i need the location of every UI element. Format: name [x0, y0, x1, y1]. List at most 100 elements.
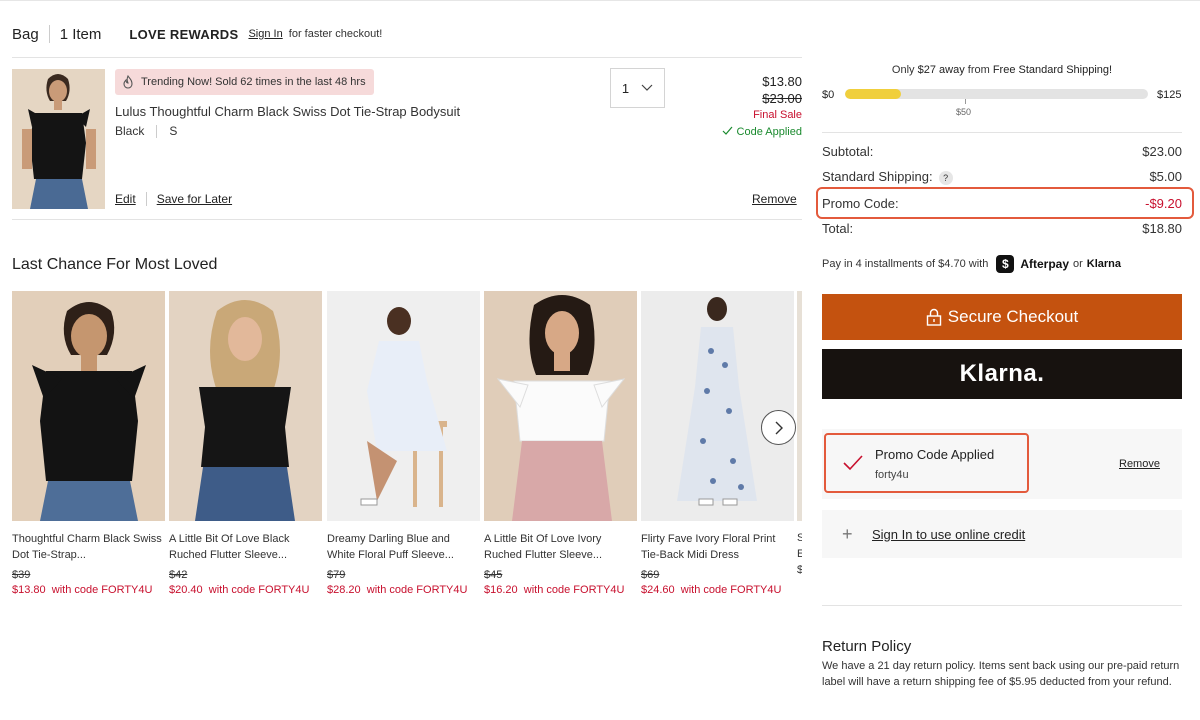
item-actions: Edit Save for Later: [115, 192, 232, 206]
product-was-price: $42: [169, 569, 188, 581]
product-sale-price: $20.40 with code FORTY4U: [169, 584, 310, 596]
variant-divider: [156, 124, 158, 138]
afterpay-icon: $: [996, 255, 1015, 273]
product-image[interactable]: [169, 291, 322, 521]
actions-divider: [145, 192, 147, 206]
product-sale-price: $16.20 with code FORTY4U: [484, 584, 625, 596]
plus-icon: +: [842, 523, 853, 544]
secure-checkout-button[interactable]: Secure Checkout: [822, 294, 1182, 340]
online-credit-row[interactable]: + Sign In to use online credit: [822, 510, 1182, 558]
shipping-value: $5.00: [1149, 169, 1182, 184]
trending-badge: Trending Now! Sold 62 times in the last …: [115, 69, 374, 95]
promo-code-value: forty4u: [875, 469, 909, 481]
product-name[interactable]: Flirty Fave Ivory Floral Print Tie-Back …: [641, 531, 794, 563]
progress-max-label: $125: [1157, 89, 1182, 101]
header-divider: [48, 25, 50, 43]
code-applied-label: Code Applied: [722, 124, 802, 141]
product-image[interactable]: [484, 291, 637, 521]
item-size: S: [169, 124, 178, 138]
product-name[interactable]: Thoughtful Charm Black Swiss Dot Tie-Str…: [12, 531, 165, 563]
bag-item-name[interactable]: Lulus Thoughtful Charm Black Swiss Dot T…: [115, 104, 460, 119]
signin-prompt: Sign In for faster checkout!: [248, 28, 382, 40]
progress-tick: [965, 99, 966, 104]
product-card[interactable]: A Little Bit Of Love Ivory Ruched Flutte…: [484, 291, 637, 596]
checkout-label: Secure Checkout: [947, 307, 1079, 326]
product-image[interactable]: [12, 291, 165, 521]
product-was-price: $39: [12, 569, 31, 581]
bag-title: Bag: [12, 25, 39, 43]
divider: [12, 219, 802, 220]
product-name[interactable]: Dreamy Darling Blue and White Floral Puf…: [327, 531, 480, 563]
save-for-later-link[interactable]: Save for Later: [157, 192, 232, 206]
product-card[interactable]: A Little Bit Of Love Black Ruched Flutte…: [169, 291, 322, 596]
return-policy-title: Return Policy: [822, 638, 912, 655]
help-icon[interactable]: ?: [938, 171, 953, 185]
price-was: $23.00: [762, 91, 802, 106]
progress-min-label: $0: [822, 89, 835, 101]
product-was-price: $69: [641, 569, 660, 581]
carousel-next-button[interactable]: [761, 410, 796, 445]
edit-link[interactable]: Edit: [115, 192, 136, 206]
product-card[interactable]: Dreamy Darling Blue and White Floral Puf…: [327, 291, 480, 596]
klarna-button[interactable]: Klarna.: [822, 349, 1182, 399]
carousel-title: Last Chance For Most Loved: [12, 256, 218, 273]
free-shipping-message: Only $27 away from Free Standard Shippin…: [891, 64, 1113, 76]
item-prices: $13.80 $23.00 Final Sale Code Applied: [722, 73, 802, 141]
remove-promo-link[interactable]: Remove: [1119, 458, 1160, 470]
subtotal-row: Subtotal: $23.00: [822, 144, 1182, 159]
or-label: or: [1073, 258, 1083, 270]
chevron-down-icon: [641, 84, 653, 91]
divider: [822, 132, 1182, 133]
total-value: $18.80: [1142, 221, 1182, 236]
fire-icon: [123, 75, 133, 89]
product-image[interactable]: [641, 291, 794, 521]
total-row: Total: $18.80: [822, 221, 1182, 236]
progress-fill: [845, 89, 901, 99]
product-text-partial: S E $: [797, 532, 802, 576]
afterpay-label[interactable]: Afterpay: [1020, 257, 1069, 271]
product-name[interactable]: A Little Bit Of Love Black Ruched Flutte…: [169, 531, 322, 563]
bag-header: Bag 1 Item LOVE REWARDS Sign In for fast…: [12, 24, 382, 44]
progress-mid-label: $50: [956, 107, 972, 117]
product-sale-price: $24.60 with code FORTY4U: [641, 584, 782, 596]
love-rewards-logo: LOVE REWARDS: [129, 26, 239, 42]
checkmark-icon: [843, 455, 863, 471]
lock-icon: [926, 308, 941, 326]
bag-item-image[interactable]: [12, 69, 105, 209]
klarna-label[interactable]: Klarna: [1087, 258, 1121, 270]
top-divider: [0, 0, 1200, 1]
price-now: $13.80: [762, 74, 802, 89]
subtotal-label: Subtotal:: [822, 144, 874, 159]
item-color: Black: [115, 124, 145, 138]
total-label: Total:: [822, 221, 854, 236]
signin-credit-link[interactable]: Sign In to use online credit: [872, 527, 1025, 542]
divider: [12, 57, 802, 58]
product-name[interactable]: A Little Bit Of Love Ivory Ruched Flutte…: [484, 531, 637, 563]
product-was-price: $45: [484, 569, 503, 581]
promo-highlight-outline: [816, 187, 1194, 219]
return-policy-text: We have a 21 day return policy. Items se…: [822, 660, 1180, 688]
product-image[interactable]: [327, 291, 480, 521]
remove-item-link[interactable]: Remove: [752, 192, 797, 206]
product-card[interactable]: Thoughtful Charm Black Swiss Dot Tie-Str…: [12, 291, 165, 596]
item-count: 1 Item: [59, 25, 102, 43]
product-sale-price: $28.20 with code FORTY4U: [327, 584, 468, 596]
promo-applied-title: Promo Code Applied: [875, 447, 995, 462]
installments-info: Pay in 4 installments of $4.70 with $ Af…: [822, 255, 1121, 273]
product-sale-price: $13.80 with code FORTY4U: [12, 584, 153, 596]
signin-suffix: for faster checkout!: [288, 28, 383, 40]
header-signin-link[interactable]: Sign In: [248, 28, 282, 40]
shipping-row: Standard Shipping:? $5.00: [822, 169, 1182, 185]
quantity-value: 1: [621, 80, 630, 96]
product-image-partial[interactable]: [797, 291, 802, 521]
quantity-select[interactable]: 1: [610, 68, 665, 108]
bag-item-variant: Black S: [115, 124, 177, 138]
shipping-progress-bar: [845, 89, 1148, 99]
checkmark-icon: [723, 126, 733, 135]
chevron-right-icon: [775, 421, 783, 434]
product-was-price: $79: [327, 569, 346, 581]
divider: [822, 605, 1182, 606]
trending-text: Trending Now! Sold 62 times in the last …: [141, 76, 366, 88]
final-sale-label: Final Sale: [753, 109, 802, 121]
shipping-label: Standard Shipping:?: [822, 169, 953, 185]
